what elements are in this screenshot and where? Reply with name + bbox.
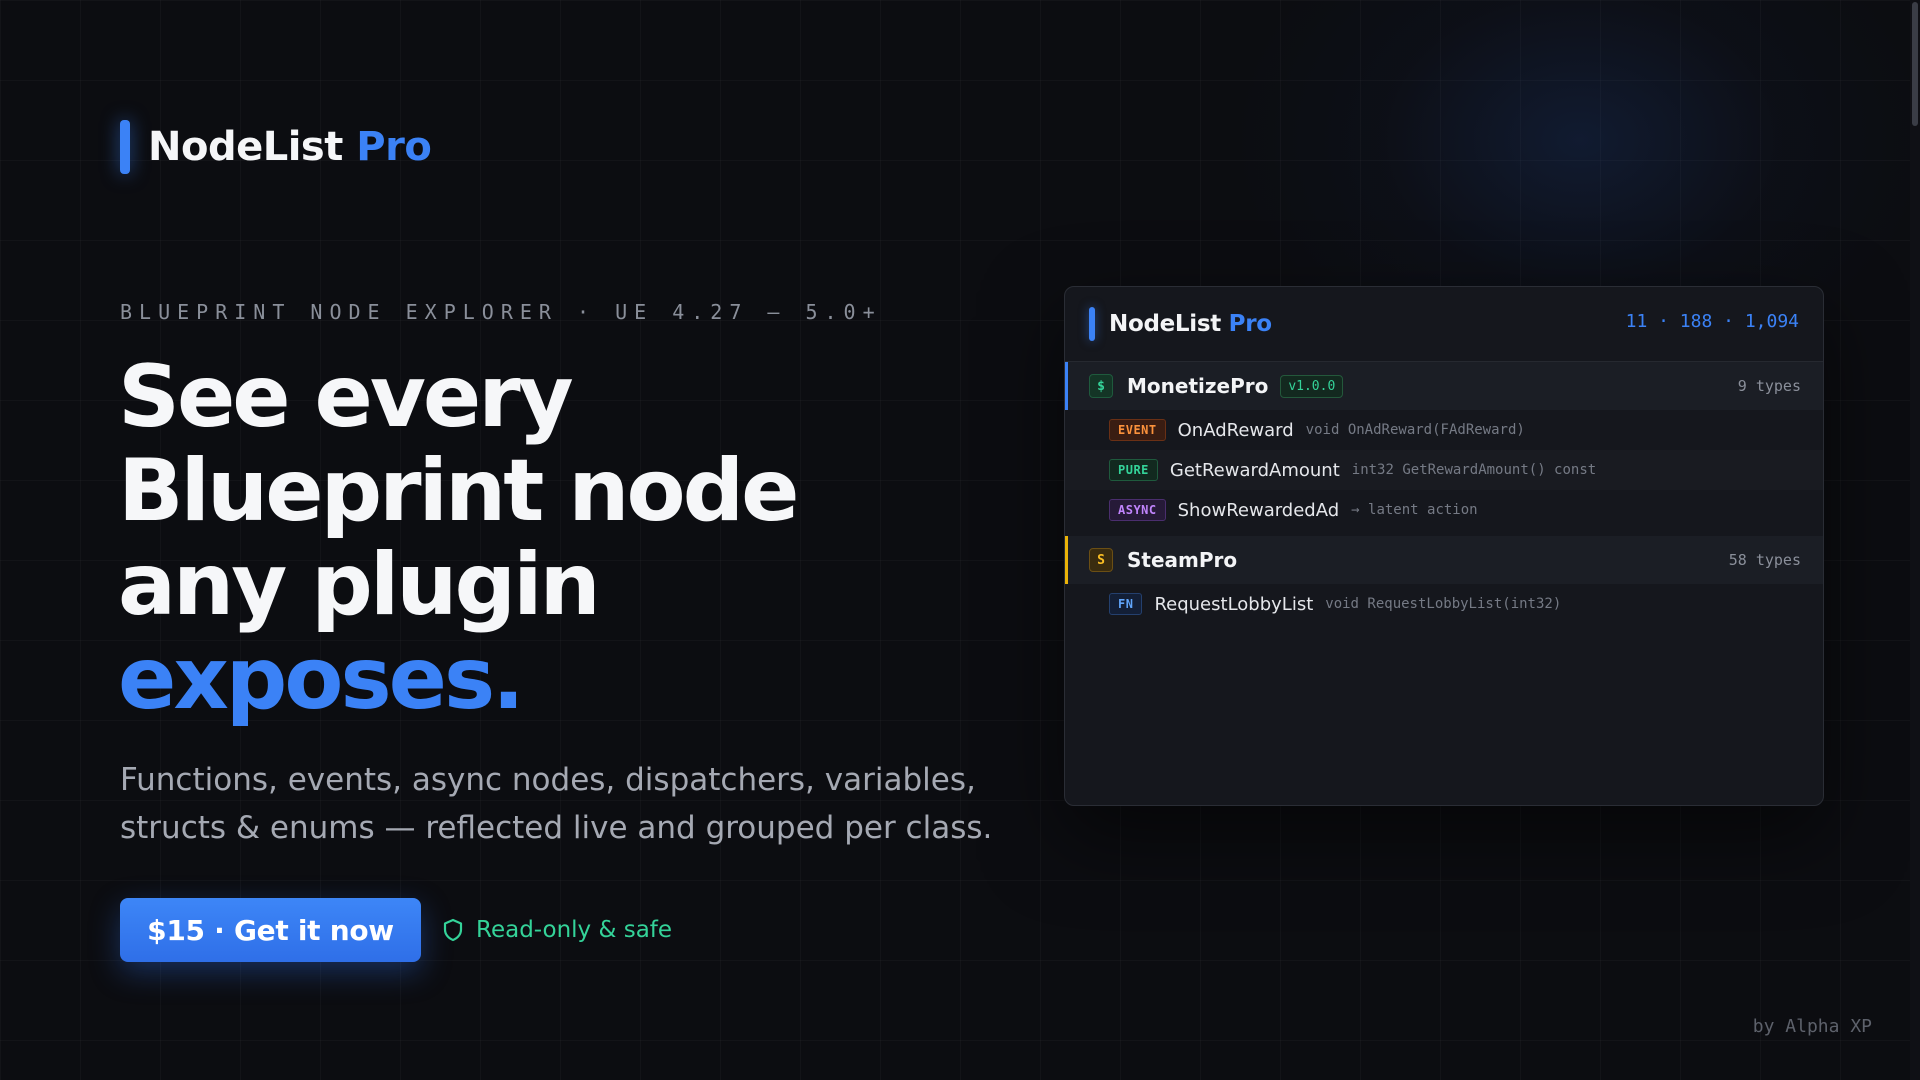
group-name: MonetizePro [1127,374,1269,398]
scrollbar-thumb[interactable] [1912,2,1918,126]
shield-icon [443,918,463,942]
node-signature: void OnAdReward(FAdReward) [1305,422,1525,438]
read-only-badge: Read-only & safe [442,912,672,948]
node-row-showrewardedad[interactable]: ASYNC ShowRewardedAd → latent action [1065,490,1823,530]
hero-subtext: Functions, events, async nodes, dispatch… [120,756,1000,852]
group-row-steampro[interactable]: S SteamPro 58 types [1065,536,1823,584]
hero-headline: See every Blueprint node any plugin expo… [118,350,958,726]
brand-bar-icon [120,120,130,174]
version-badge: v1.0.0 [1280,374,1344,398]
node-kind-badge: ASYNC [1109,499,1166,521]
panel-stats: 11 · 188 · 1,094 [1625,311,1799,332]
panel-title-name: NodeList [1109,311,1221,337]
hero-eyebrow: BLUEPRINT NODE EXPLORER · UE 4.27 – 5.0+ [120,300,882,324]
node-name: RequestLobbyList [1154,593,1314,615]
node-signature: → latent action [1351,502,1478,518]
brand-wordmark: NodeList Pro [148,124,432,170]
group-type-count: 58 types [1728,551,1801,569]
brand-logo[interactable]: NodeList Pro [120,120,432,174]
buy-button[interactable]: $15 · Get it now [120,898,421,962]
node-signature: int32 GetRewardAmount() const [1351,462,1597,478]
panel-brand-bar-icon [1089,307,1095,341]
node-kind-badge: EVENT [1109,419,1166,441]
node-name: OnAdReward [1177,419,1294,441]
panel-title: NodeList Pro [1109,311,1272,337]
node-row-onadreward[interactable]: EVENT OnAdReward void OnAdReward(FAdRewa… [1065,410,1823,450]
headline-line-2: Blueprint node [118,441,800,541]
group-name: SteamPro [1127,548,1238,572]
node-name: GetRewardAmount [1169,459,1340,481]
node-row-requestlobbylist[interactable]: FN RequestLobbyList void RequestLobbyLis… [1065,584,1823,624]
headline-line-3: any plugin [118,535,601,635]
node-list-panel: NodeList Pro 11 · 188 · 1,094 $ Monetize… [1064,286,1824,806]
page-scrollbar[interactable] [1910,0,1920,1080]
headline-line-1: See every [118,347,574,447]
node-name: ShowRewardedAd [1177,499,1340,521]
brand-name: NodeList [148,124,343,170]
subtext-line-1: Functions, events, async nodes, dispatch… [120,762,976,798]
panel-header: NodeList Pro 11 · 188 · 1,094 [1065,287,1823,362]
dollar-icon: $ [1089,374,1113,398]
steam-icon: S [1089,548,1113,572]
panel-title-accent: Pro [1228,311,1272,337]
node-kind-badge: FN [1109,593,1143,615]
node-kind-badge: PURE [1109,459,1158,481]
group-row-monetizepro[interactable]: $ MonetizePro v1.0.0 9 types [1065,362,1823,410]
read-only-label: Read-only & safe [476,917,673,943]
subtext-line-2: structs & enums — reflected live and gro… [120,810,993,846]
brand-accent: Pro [356,124,432,170]
node-row-getrewardamount[interactable]: PURE GetRewardAmount int32 GetRewardAmou… [1065,450,1823,490]
node-signature: void RequestLobbyList(int32) [1325,596,1562,612]
group-type-count: 9 types [1737,377,1801,395]
headline-accent: exposes. [118,629,525,729]
author-byline: by Alpha XP [1752,1016,1872,1037]
